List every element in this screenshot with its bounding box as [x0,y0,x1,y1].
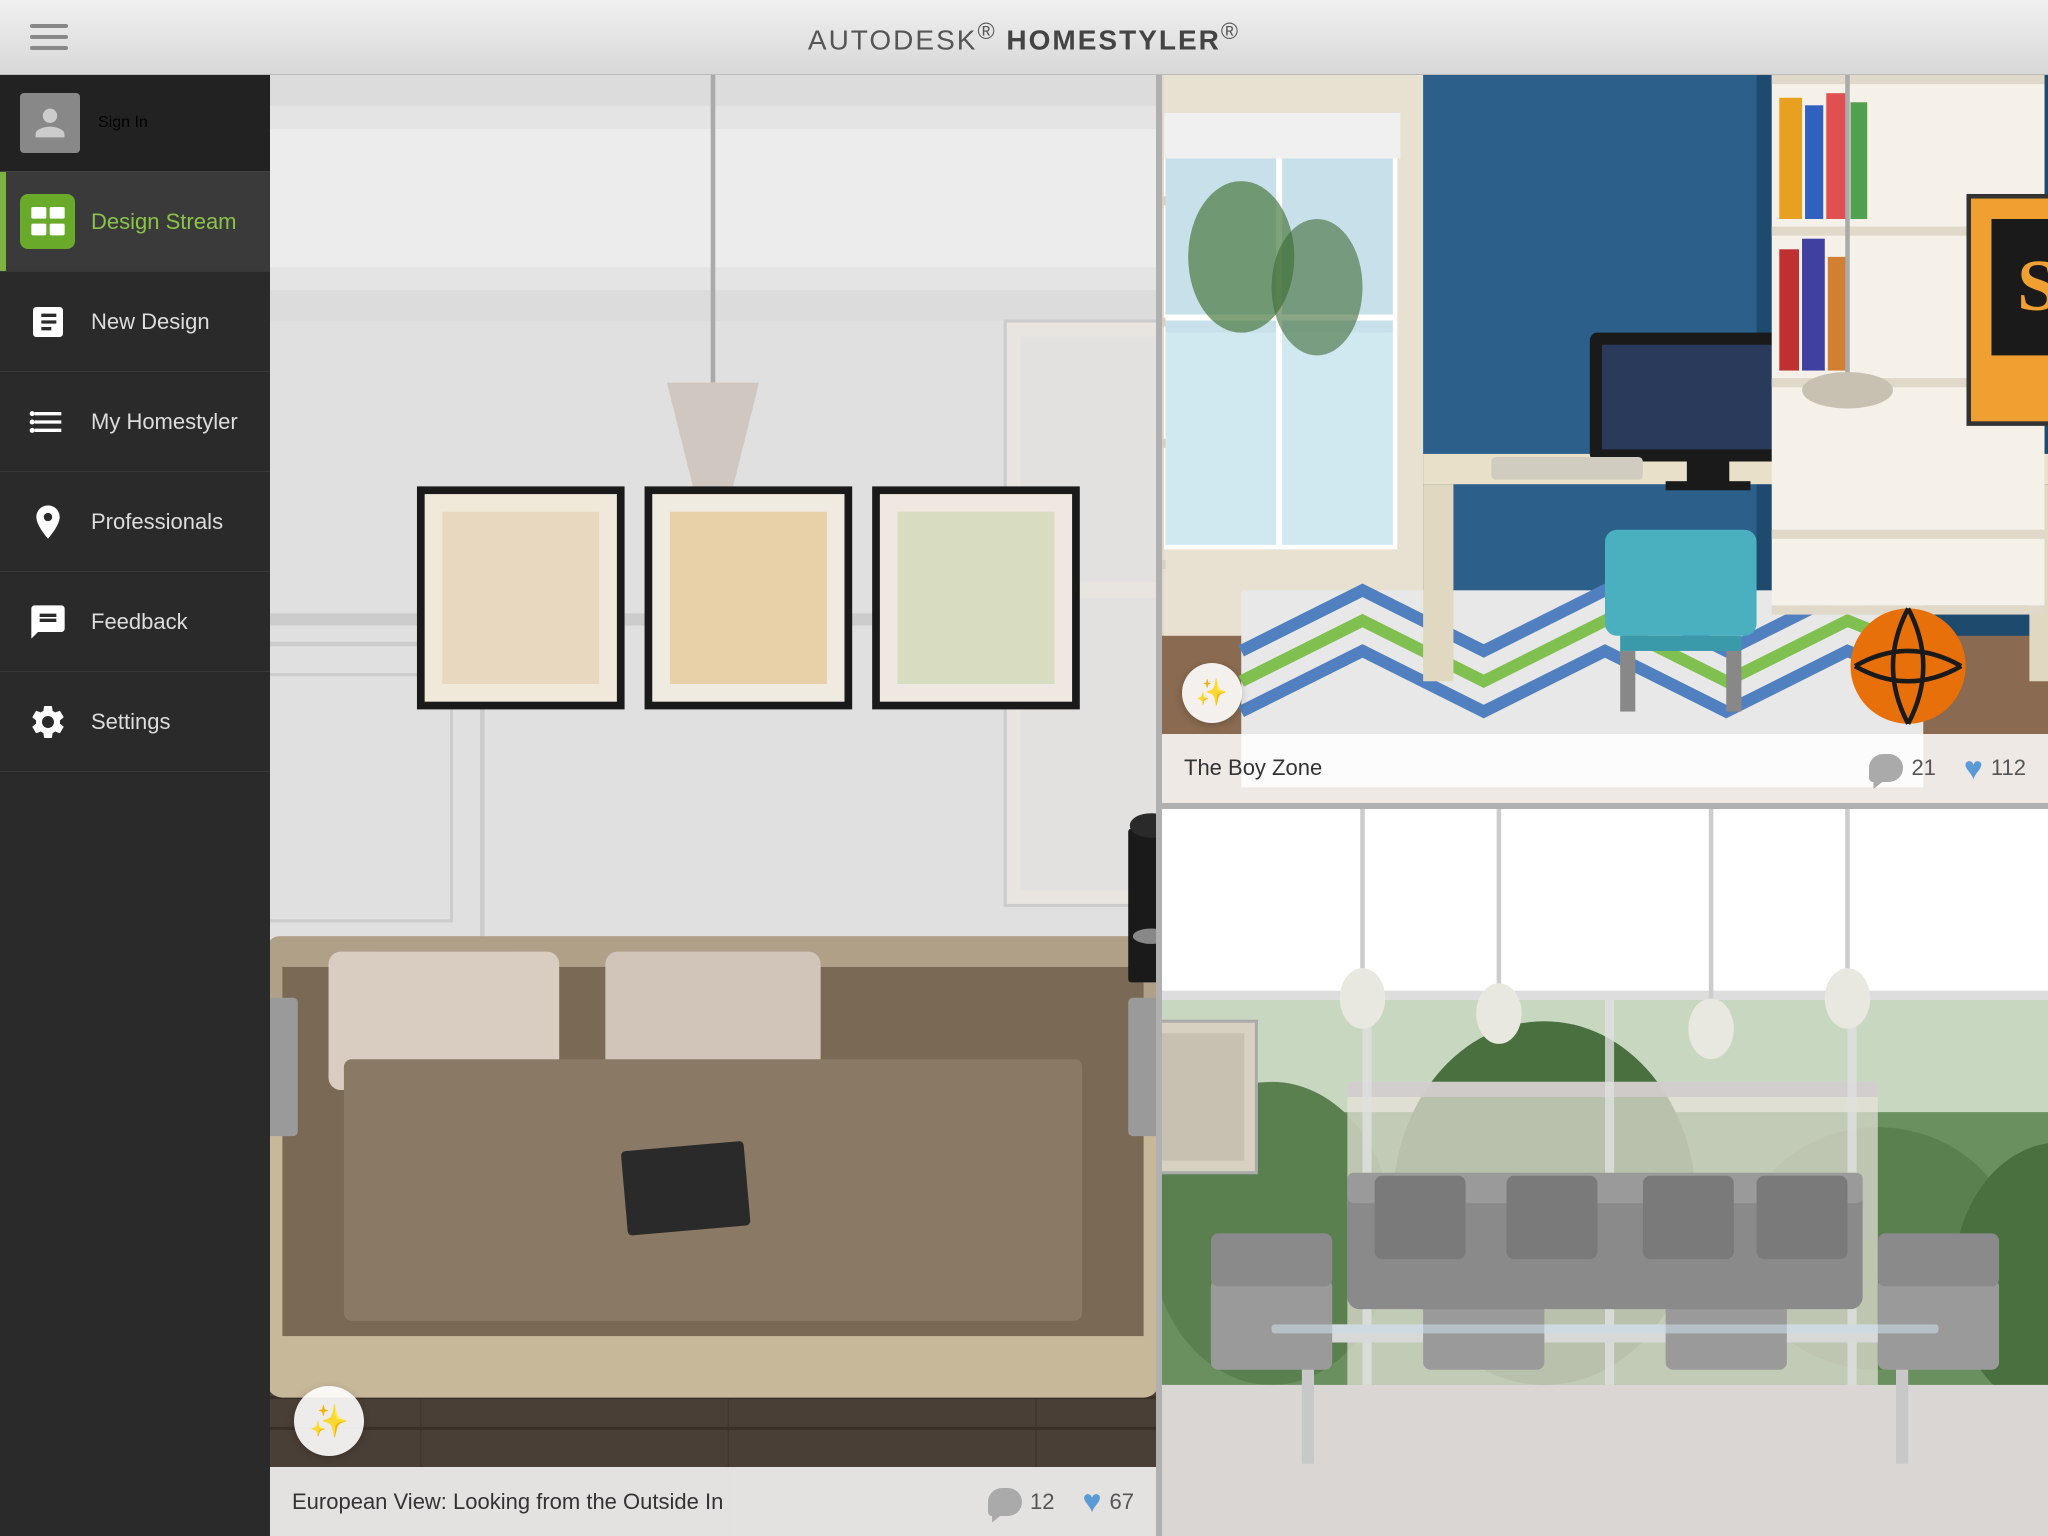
new-design-icon [20,294,75,349]
card-stats-boyzone: 21 ♥ 112 [1869,750,2026,787]
card-boyzone[interactable]: SF ✨ The Boy Zone 21 [1162,75,2048,803]
sidebar-item-settings[interactable]: Settings [0,672,270,772]
feedback-label: Feedback [91,609,188,635]
card-title-boyzone: The Boy Zone [1184,755,1322,781]
sidebar-item-feedback[interactable]: Feedback [0,572,270,672]
like-stat-boyzone: ♥ 112 [1964,750,2026,787]
feedback-icon [20,594,75,649]
card-footer-bedroom: European View: Looking from the Outside … [270,1467,1156,1536]
design-stream-icon [20,194,75,249]
comment-stat-bedroom: 12 [988,1488,1054,1516]
like-stat-bedroom: ♥ 67 [1083,1483,1134,1520]
app-title: AUTODESK® HOMESTYLER® [808,18,1240,56]
title-trademark2: ® [1221,18,1240,44]
sidebar-item-new-design[interactable]: New Design [0,272,270,372]
card-bedroom[interactable]: ✨ European View: Looking from the Outsid… [270,75,1156,1536]
design-stream-label: Design Stream [91,209,237,235]
comment-icon-bedroom [988,1488,1022,1516]
sidebar-item-design-stream[interactable]: Design Stream [0,172,270,272]
professionals-icon [20,494,75,549]
heart-icon-bedroom: ♥ [1083,1483,1102,1520]
magic-wand-badge-boyzone: ✨ [1182,663,1242,723]
title-trademark: ® [977,18,996,44]
menu-button[interactable] [30,24,68,50]
comment-stat-boyzone: 21 [1869,754,1935,782]
new-design-label: New Design [91,309,210,335]
comment-count-boyzone: 21 [1911,755,1935,781]
title-prefix: AUTODESK [808,24,978,55]
settings-icon [20,694,75,749]
sign-in-button[interactable]: Sign In [0,75,270,172]
settings-label: Settings [91,709,171,735]
sidebar-item-professionals[interactable]: Professionals [0,472,270,572]
card-footer-boyzone: The Boy Zone 21 ♥ 112 [1162,734,2048,803]
avatar [20,93,80,153]
main-layout: Sign In Design Stream [0,75,2048,1536]
my-homestyler-label: My Homestyler [91,409,238,435]
my-homestyler-icon [20,394,75,449]
professionals-label: Professionals [91,509,223,535]
sign-in-label: Sign In [98,114,148,132]
like-count-boyzone: 112 [1991,755,2026,781]
header: AUTODESK® HOMESTYLER® [0,0,2048,75]
title-suffix: HOMESTYLER [1006,24,1220,55]
sidebar-item-my-homestyler[interactable]: My Homestyler [0,372,270,472]
like-count-bedroom: 67 [1110,1489,1134,1515]
svg-text:SF: SF [2017,245,2048,326]
magic-wand-badge: ✨ [294,1386,364,1456]
sidebar: Sign In Design Stream [0,75,270,1536]
card-stats-bedroom: 12 ♥ 67 [988,1483,1134,1520]
comment-icon-boyzone [1869,754,1903,782]
comment-count-bedroom: 12 [1030,1489,1054,1515]
heart-icon-boyzone: ♥ [1964,750,1983,787]
card-title-bedroom: European View: Looking from the Outside … [292,1489,723,1515]
content-grid: ✨ European View: Looking from the Outsid… [270,75,2048,1536]
card-modern[interactable] [1162,809,2048,1536]
